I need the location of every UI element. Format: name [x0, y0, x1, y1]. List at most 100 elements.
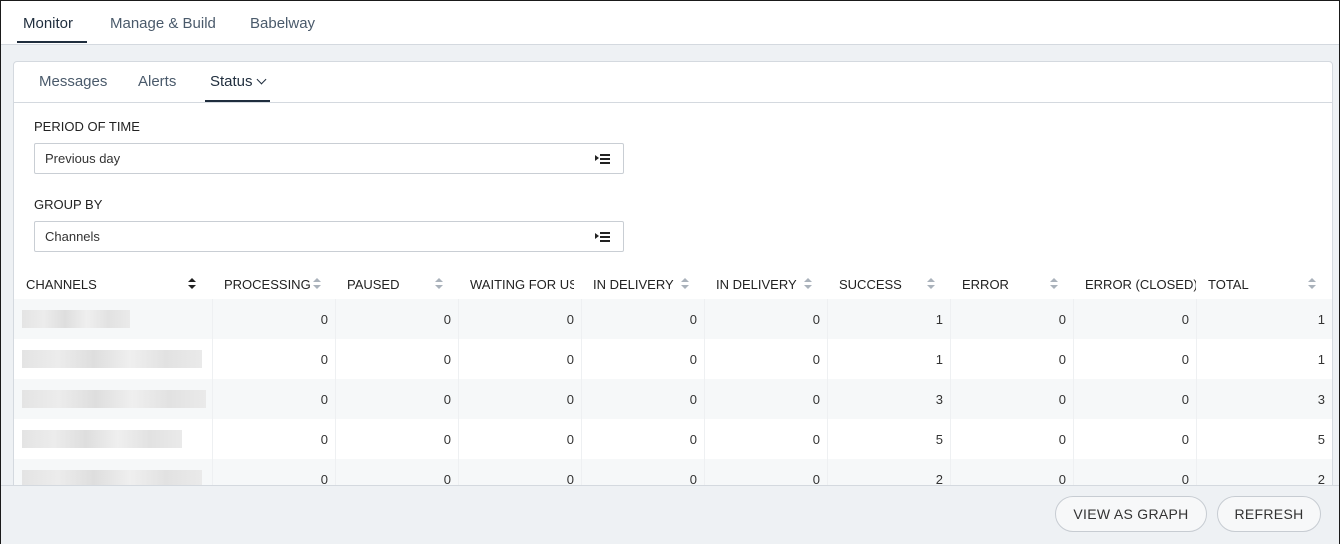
redacted-channel-name: [22, 470, 202, 486]
count-value: 0: [1058, 472, 1066, 486]
column-header-processing[interactable]: PROCESSING: [214, 269, 335, 299]
sort-arrows-icon[interactable]: [313, 278, 321, 290]
status-panel: Messages Alerts Status PERIOD OF TIME Pr…: [13, 61, 1333, 487]
count-value: 0: [689, 312, 697, 327]
count-value: 0: [1181, 392, 1189, 407]
view-as-graph-button[interactable]: VIEW AS GRAPH: [1055, 496, 1207, 532]
column-header-channels[interactable]: CHANNELS: [16, 269, 212, 299]
group-by-select[interactable]: Channels: [34, 221, 624, 252]
column-header-in-delivery-1[interactable]: IN DELIVERY: [583, 269, 704, 299]
nav-monitor[interactable]: Monitor: [23, 15, 73, 32]
count-value: 1: [1317, 352, 1325, 367]
count-value: 0: [812, 392, 820, 407]
tab-messages[interactable]: Messages: [39, 73, 107, 90]
count-cell: 3: [1196, 379, 1332, 419]
count-cell: 1: [827, 299, 950, 339]
count-value: 0: [1181, 352, 1189, 367]
column-header-error[interactable]: ERROR: [952, 269, 1073, 299]
count-cell: 0: [950, 299, 1073, 339]
table-row[interactable]: 0 0 0 0 0 5 0 0 5: [14, 419, 1332, 459]
sub-tabs: Messages Alerts Status: [14, 62, 1332, 103]
count-value: 0: [566, 392, 574, 407]
column-header-error-closed[interactable]: ERROR (CLOSED): [1075, 269, 1196, 299]
column-header-paused[interactable]: PAUSED: [337, 269, 458, 299]
count-value: 0: [566, 432, 574, 447]
count-cell: 1: [1196, 339, 1332, 379]
table-row[interactable]: 0 0 0 0 0 1 0 0 1: [14, 339, 1332, 379]
count-value: 0: [1181, 432, 1189, 447]
redacted-channel-name: [22, 430, 182, 448]
nav-manage-build[interactable]: Manage & Build: [110, 15, 216, 32]
channel-name-cell: [14, 299, 212, 339]
sort-arrows-icon[interactable]: [681, 278, 689, 290]
count-value: 0: [566, 472, 574, 486]
refresh-button[interactable]: REFRESH: [1217, 496, 1321, 532]
count-cell: 0: [704, 459, 827, 486]
count-value: 0: [1058, 312, 1066, 327]
count-value: 1: [935, 312, 943, 327]
count-value: 0: [812, 472, 820, 486]
column-header-in-delivery-2[interactable]: IN DELIVERY: [706, 269, 827, 299]
count-cell: 1: [827, 339, 950, 379]
count-cell: 0: [704, 379, 827, 419]
count-cell: 0: [581, 339, 704, 379]
column-header-total[interactable]: TOTAL: [1198, 269, 1330, 299]
count-value: 0: [1181, 472, 1189, 486]
count-cell: 0: [335, 299, 458, 339]
sort-arrows-icon[interactable]: [804, 278, 812, 290]
column-header-waiting[interactable]: WAITING FOR USE: [460, 269, 574, 299]
sort-arrows-icon[interactable]: [1050, 278, 1058, 290]
count-cell: 0: [212, 459, 335, 486]
channel-name-cell: [14, 419, 212, 459]
count-value: 0: [689, 352, 697, 367]
count-cell: 0: [1073, 419, 1196, 459]
count-cell: 0: [212, 379, 335, 419]
count-cell: 0: [704, 299, 827, 339]
channel-name-cell: [14, 339, 212, 379]
channel-name-cell: [14, 379, 212, 419]
group-by-value: Channels: [45, 229, 100, 244]
count-value: 0: [689, 472, 697, 486]
count-value: 1: [1317, 312, 1325, 327]
count-cell: 2: [827, 459, 950, 486]
tab-active-indicator: [205, 100, 270, 102]
nav-babelway[interactable]: Babelway: [250, 15, 315, 32]
table-row[interactable]: 0 0 0 0 0 3 0 0 3: [14, 379, 1332, 419]
count-cell: 3: [827, 379, 950, 419]
tab-status-label: Status: [210, 73, 253, 90]
sort-arrows-icon[interactable]: [927, 278, 935, 290]
sort-arrows-icon[interactable]: [435, 278, 443, 290]
count-cell: 0: [458, 339, 581, 379]
count-cell: 0: [581, 419, 704, 459]
table-row[interactable]: 0 0 0 0 0 2 0 0 2: [14, 459, 1332, 486]
count-value: 0: [320, 392, 328, 407]
sort-arrows-icon[interactable]: [1308, 278, 1316, 290]
count-cell: 0: [212, 419, 335, 459]
period-value: Previous day: [45, 151, 121, 166]
column-header-success[interactable]: SUCCESS: [829, 269, 950, 299]
count-cell: 0: [581, 459, 704, 486]
count-value: 0: [443, 352, 451, 367]
sort-arrows-icon[interactable]: [188, 278, 196, 290]
list-select-icon: [595, 232, 611, 242]
count-value: 0: [1058, 392, 1066, 407]
tab-alerts[interactable]: Alerts: [138, 73, 176, 90]
count-value: 0: [566, 312, 574, 327]
count-value: 0: [566, 352, 574, 367]
period-select[interactable]: Previous day: [34, 143, 624, 174]
count-cell: 0: [458, 419, 581, 459]
count-cell: 0: [950, 379, 1073, 419]
tab-status[interactable]: Status: [210, 73, 266, 90]
redacted-channel-name: [22, 350, 202, 368]
count-value: 1: [935, 352, 943, 367]
count-cell: 0: [1073, 459, 1196, 486]
count-cell: 0: [335, 419, 458, 459]
count-cell: 0: [458, 379, 581, 419]
app-frame: Monitor Manage & Build Babelway Messages…: [0, 0, 1340, 544]
count-value: 0: [320, 472, 328, 486]
count-cell: 0: [581, 379, 704, 419]
redacted-channel-name: [22, 390, 206, 408]
table-row[interactable]: 0 0 0 0 0 1 0 0 1: [14, 299, 1332, 339]
count-cell: 0: [335, 459, 458, 486]
count-cell: 0: [458, 299, 581, 339]
